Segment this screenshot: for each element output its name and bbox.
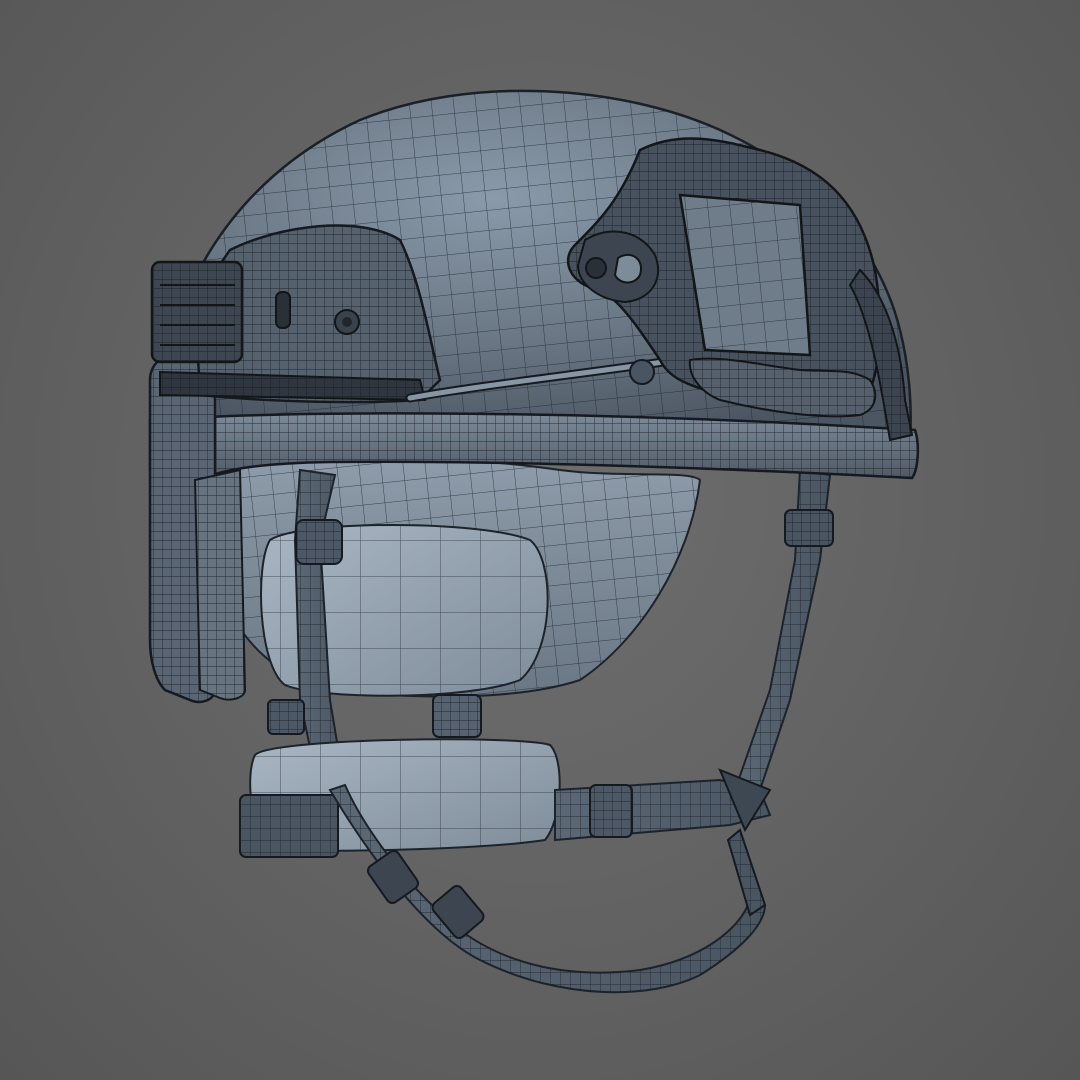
nape-strap	[554, 768, 772, 842]
right-chin-strap	[733, 468, 834, 791]
helmet-render	[148, 89, 920, 994]
viewport	[0, 0, 1080, 1080]
left-accessory-rail	[150, 224, 442, 404]
nape-pad	[239, 738, 561, 858]
